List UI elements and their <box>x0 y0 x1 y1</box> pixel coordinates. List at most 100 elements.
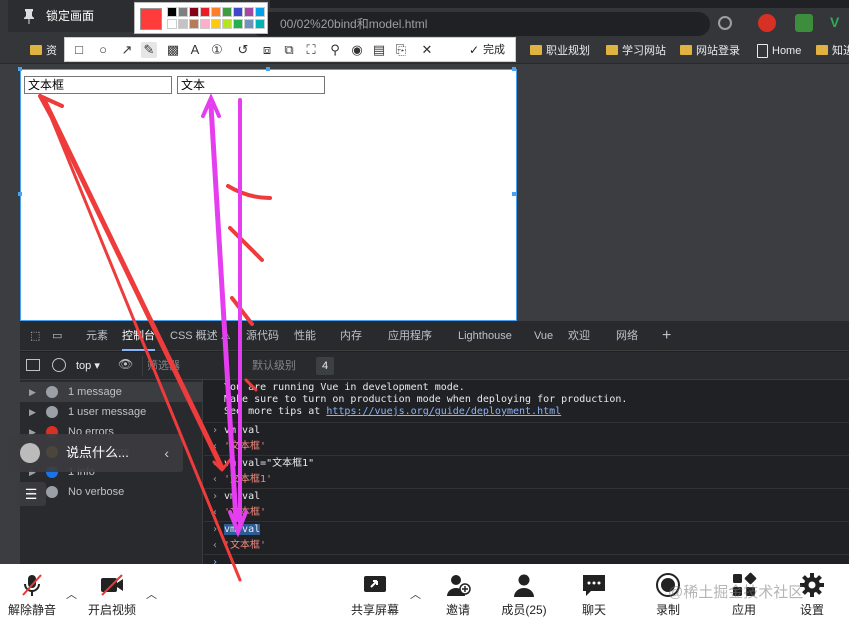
close-icon[interactable]: ✕ <box>419 42 435 58</box>
undo-icon[interactable]: ↺ <box>235 42 251 58</box>
tab-memory[interactable]: 内存 <box>340 321 362 351</box>
color-swatch[interactable] <box>178 7 188 17</box>
bookmark-folder[interactable]: 网站登录 <box>680 43 740 59</box>
color-swatch[interactable] <box>244 7 254 17</box>
issues-badge[interactable]: 4 <box>316 357 335 375</box>
tab-console[interactable]: 控制台 <box>122 321 155 351</box>
chat-input-float[interactable]: 说点什么... ‹ <box>8 434 183 472</box>
tab-network[interactable]: 网络 <box>616 321 638 351</box>
current-color-swatch[interactable] <box>140 8 162 30</box>
selection-handle[interactable] <box>266 67 270 71</box>
color-swatch[interactable] <box>222 19 232 29</box>
console-line-text: vm.val="文本框1" <box>224 458 315 469</box>
inspect-icon[interactable]: ⬚ <box>30 321 40 351</box>
vue-devtools-icon[interactable]: V <box>830 14 848 32</box>
tab-application[interactable]: 应用程序 <box>388 321 432 351</box>
tab-welcome[interactable]: 欢迎 <box>568 321 590 351</box>
bookmark-page[interactable]: Home <box>756 43 801 59</box>
log-level-select[interactable]: 默认级别 <box>248 356 308 376</box>
color-swatch[interactable] <box>233 7 243 17</box>
color-swatch[interactable] <box>222 7 232 17</box>
color-swatch[interactable] <box>189 7 199 17</box>
bookmark-folder[interactable]: 职业规划 <box>530 43 590 59</box>
console-line-text: vm.val <box>224 425 261 436</box>
record-icon[interactable]: ◉ <box>349 42 365 58</box>
tab-elements[interactable]: 元素 <box>86 321 108 351</box>
selection-handle[interactable] <box>18 67 22 71</box>
color-swatch[interactable] <box>189 19 199 29</box>
chevron-up-icon[interactable]: ︿ <box>66 586 77 602</box>
tab-sources[interactable]: 源代码 <box>246 321 279 351</box>
color-swatch[interactable] <box>167 7 177 17</box>
sidebar-filter-row[interactable]: ▶ 1 user message <box>20 402 203 422</box>
collapse-icon[interactable]: ‹ <box>164 434 169 472</box>
expand-arrow-icon[interactable]: ▶ <box>29 402 36 422</box>
crop-icon[interactable]: ⧈ <box>259 42 275 58</box>
output-prompt-icon: ‹ <box>212 506 219 518</box>
chevron-up-icon[interactable]: ︿ <box>146 586 157 602</box>
members-button[interactable]: 成员(25) <box>496 564 552 621</box>
long-screenshot-icon[interactable]: ▤ <box>371 42 387 58</box>
add-user-icon <box>447 575 471 596</box>
color-swatch[interactable] <box>200 7 210 17</box>
add-tab-button[interactable]: + <box>662 321 671 351</box>
share-screen-button[interactable]: 共享屏幕 <box>344 564 406 621</box>
tab-performance[interactable]: 性能 <box>294 321 316 351</box>
tab-lighthouse[interactable]: Lighthouse <box>458 321 512 351</box>
rectangle-tool-icon[interactable]: □ <box>71 42 87 58</box>
arrow-tool-icon[interactable]: ↗ <box>119 42 135 58</box>
bookmark-folder[interactable]: 资 <box>30 43 57 59</box>
bookmark-folder[interactable]: 学习网站 <box>606 43 666 59</box>
apps-label: 应用 <box>731 603 756 617</box>
color-swatch[interactable] <box>255 19 265 29</box>
color-swatch[interactable] <box>211 19 221 29</box>
save-icon[interactable]: ⎘ <box>393 42 409 58</box>
selection-handle[interactable] <box>512 192 516 196</box>
device-toggle-icon[interactable]: ▭ <box>52 321 62 351</box>
clear-console-icon[interactable] <box>52 358 66 372</box>
pin-tool-icon[interactable]: ⚲ <box>327 42 343 58</box>
extension-red-icon[interactable] <box>758 14 776 32</box>
extension-cube-icon[interactable] <box>795 14 813 32</box>
ocr-icon[interactable]: ⛶ <box>303 42 319 58</box>
console-line-text: '文本框' <box>224 539 267 551</box>
address-bar[interactable]: 00/02%20bind和model.html <box>250 12 710 36</box>
sidebar-filter-row[interactable]: ▶No verbose <box>20 482 203 502</box>
ellipse-tool-icon[interactable]: ○ <box>95 42 111 58</box>
sidebar-filter-row[interactable]: ▶ 1 message <box>20 382 203 402</box>
text-input-v-bind[interactable]: 文本框 <box>24 76 172 94</box>
selection-handle[interactable] <box>512 67 516 71</box>
color-swatch[interactable] <box>211 7 221 17</box>
deployment-link[interactable]: https://vuejs.org/guide/deployment.html <box>326 406 561 417</box>
number-tool-icon[interactable]: ① <box>209 42 225 58</box>
color-swatch[interactable] <box>244 19 254 29</box>
color-swatch[interactable] <box>255 7 265 17</box>
lock-screen-banner[interactable]: 锁定画面 <box>8 0 134 32</box>
selection-handle[interactable] <box>18 192 22 196</box>
tab-css-overview[interactable]: CSS 概述 ⚠ <box>170 321 231 351</box>
sidebar-toggle-icon[interactable] <box>26 359 40 371</box>
list-icon[interactable]: ☰ <box>16 482 46 506</box>
expand-arrow-icon[interactable]: ▶ <box>29 382 36 402</box>
unmute-button[interactable]: 解除静音 <box>2 564 62 621</box>
console-filter-input[interactable]: 筛选器 <box>142 356 242 376</box>
chevron-up-icon[interactable]: ︿ <box>410 586 421 602</box>
done-button[interactable]: 完成 <box>469 41 505 59</box>
color-swatch[interactable] <box>200 19 210 29</box>
text-tool-icon[interactable]: A <box>187 42 203 58</box>
color-swatch[interactable] <box>233 19 243 29</box>
invite-button[interactable]: 邀请 <box>436 564 480 621</box>
eye-icon[interactable]: 👁 <box>118 357 133 371</box>
copy-icon[interactable]: ⧉ <box>281 42 297 58</box>
context-select[interactable]: top ▾ <box>72 356 112 376</box>
bookmark-folder[interactable]: 知进 <box>816 43 849 59</box>
color-swatch[interactable] <box>178 19 188 29</box>
start-video-button[interactable]: 开启视频 <box>82 564 142 621</box>
pen-tool-icon[interactable]: ✎ <box>141 42 157 58</box>
chat-button[interactable]: 聊天 <box>572 564 616 621</box>
color-swatch[interactable] <box>167 19 177 29</box>
star-icon[interactable] <box>718 16 732 30</box>
mosaic-tool-icon[interactable]: ▩ <box>165 42 181 58</box>
tab-vue[interactable]: Vue <box>534 321 553 351</box>
text-input-v-model[interactable]: 文本 <box>177 76 325 94</box>
